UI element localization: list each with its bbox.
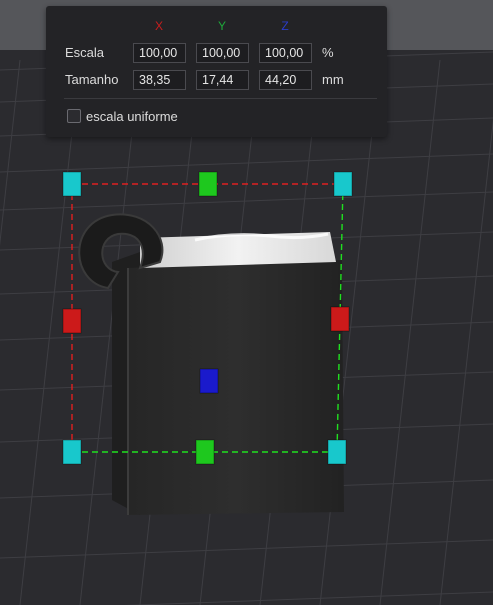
corner-handle-bottom-right[interactable] [327, 439, 347, 465]
panel-divider [64, 98, 377, 99]
grid-line [439, 119, 493, 605]
corner-handle-bottom-left[interactable] [62, 439, 82, 465]
uniform-scale-checkbox[interactable] [67, 109, 81, 123]
y-handle-top[interactable] [198, 171, 218, 197]
size-unit: mm [322, 72, 344, 87]
grid-line [0, 153, 493, 173]
scale-z-input[interactable]: 100,00 [259, 43, 312, 63]
size-z-input[interactable]: 44,20 [259, 70, 312, 90]
size-y-input[interactable]: 17,44 [196, 70, 249, 90]
grid-line [379, 59, 441, 605]
axis-header-y: Y [217, 19, 226, 33]
size-x-input[interactable]: 38,35 [133, 70, 186, 90]
axis-header-z: Z [281, 19, 289, 33]
scale-x-input[interactable]: 100,00 [133, 43, 186, 63]
3d-viewport[interactable]: X Y Z Escala 100,00 100,00 100,00 % Tama… [0, 0, 493, 605]
axis-header-x: X [154, 19, 163, 33]
corner-handle-top-right[interactable] [333, 171, 353, 197]
x-handle-left[interactable] [62, 308, 82, 334]
size-row-label: Tamanho [65, 72, 119, 87]
3d-model[interactable] [78, 213, 344, 515]
scale-y-input[interactable]: 100,00 [196, 43, 249, 63]
z-handle-center[interactable] [199, 368, 219, 394]
grid-line [123, 591, 493, 605]
scale-row-label: Escala [65, 45, 105, 60]
corner-handle-top-left[interactable] [62, 171, 82, 197]
scale-unit: % [322, 45, 334, 60]
grid-line [0, 539, 493, 559]
grid-line [0, 59, 21, 247]
uniform-scale-label: escala uniforme [86, 109, 178, 124]
model-front-face [128, 260, 344, 515]
scale-transform-panel: X Y Z Escala 100,00 100,00 100,00 % Tama… [46, 6, 387, 137]
x-handle-right[interactable] [330, 306, 350, 332]
y-handle-bottom[interactable] [195, 439, 215, 465]
